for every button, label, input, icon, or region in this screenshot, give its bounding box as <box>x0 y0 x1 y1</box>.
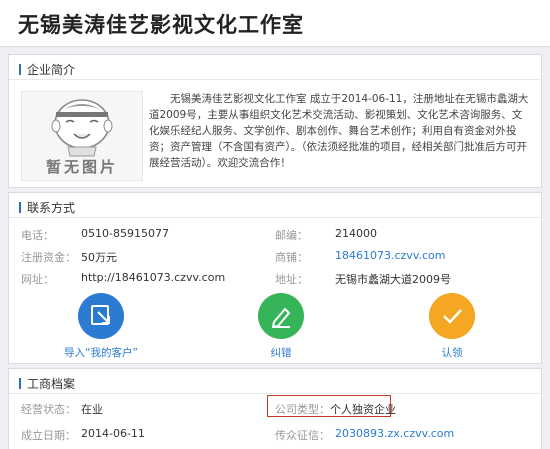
divider <box>9 79 541 80</box>
records-panel: 工商档案 经营状态： 在业 公司类型： 个人独资企业 成立日期： 2014-06… <box>8 368 542 449</box>
records-section-title: 工商档案 <box>19 375 75 392</box>
postcode-value: 214000 <box>335 227 377 240</box>
contact-panel: 联系方式 电话： 0510-85915077 邮编： 214000 注册资金： … <box>8 192 542 364</box>
shop-label: 商铺： <box>275 251 308 264</box>
profile-section-title: 企业简介 <box>19 61 75 78</box>
correct-error-label: 纠错 <box>270 347 292 359</box>
header-bar: 无锡美涛佳艺影视文化工作室 <box>0 0 550 47</box>
page-title: 无锡美涛佳艺影视文化工作室 <box>18 13 304 37</box>
import-customer-label: 导入“我的客户” <box>64 347 138 359</box>
status-value: 在业 <box>81 403 103 416</box>
import-icon <box>78 293 124 339</box>
company-logo-placeholder: 暂无图片 <box>21 91 143 181</box>
capital-label: 注册资金： <box>21 251 76 264</box>
profile-panel: 企业简介 暂无图片 无锡美涛佳艺影视文化工作室 成立于2014-06-11，注册… <box>8 54 542 188</box>
postcode-label: 邮编： <box>275 229 308 242</box>
capital-value: 50万元 <box>81 251 117 264</box>
address-label: 地址： <box>275 273 308 286</box>
status-label: 经营状态： <box>21 403 76 416</box>
correct-error-button[interactable]: 纠错 <box>236 293 326 360</box>
divider <box>9 393 541 394</box>
import-customer-button[interactable]: 导入“我的客户” <box>56 293 146 360</box>
website-label: 网址： <box>21 273 54 286</box>
claim-label: 认领 <box>441 347 463 359</box>
phone-label: 电话： <box>21 229 54 242</box>
check-icon <box>429 293 475 339</box>
phone-value: 0510-85915077 <box>81 227 169 240</box>
founded-date-value: 2014-06-11 <box>81 427 145 440</box>
company-type-value: 个人独资企业 <box>330 403 396 416</box>
pencil-icon <box>258 293 304 339</box>
claim-button[interactable]: 认领 <box>407 293 497 360</box>
divider <box>9 217 541 218</box>
shop-link[interactable]: 18461073.czvv.com <box>335 249 445 262</box>
logo-placeholder-text: 暂无图片 <box>45 158 118 176</box>
address-value: 无锡市蠡湖大道2009号 <box>335 273 451 286</box>
company-intro: 无锡美涛佳艺影视文化工作室 成立于2014-06-11，注册地址在无锡市蠡湖大道… <box>149 93 529 169</box>
credit-label: 传众征信： <box>275 429 330 442</box>
contact-section-title: 联系方式 <box>19 199 75 216</box>
company-type-label: 公司类型： <box>275 403 330 416</box>
founded-date-label: 成立日期： <box>21 429 76 442</box>
website-value[interactable]: http://18461073.czvv.com <box>81 271 225 284</box>
credit-link[interactable]: 2030893.zx.czvv.com <box>335 427 454 440</box>
